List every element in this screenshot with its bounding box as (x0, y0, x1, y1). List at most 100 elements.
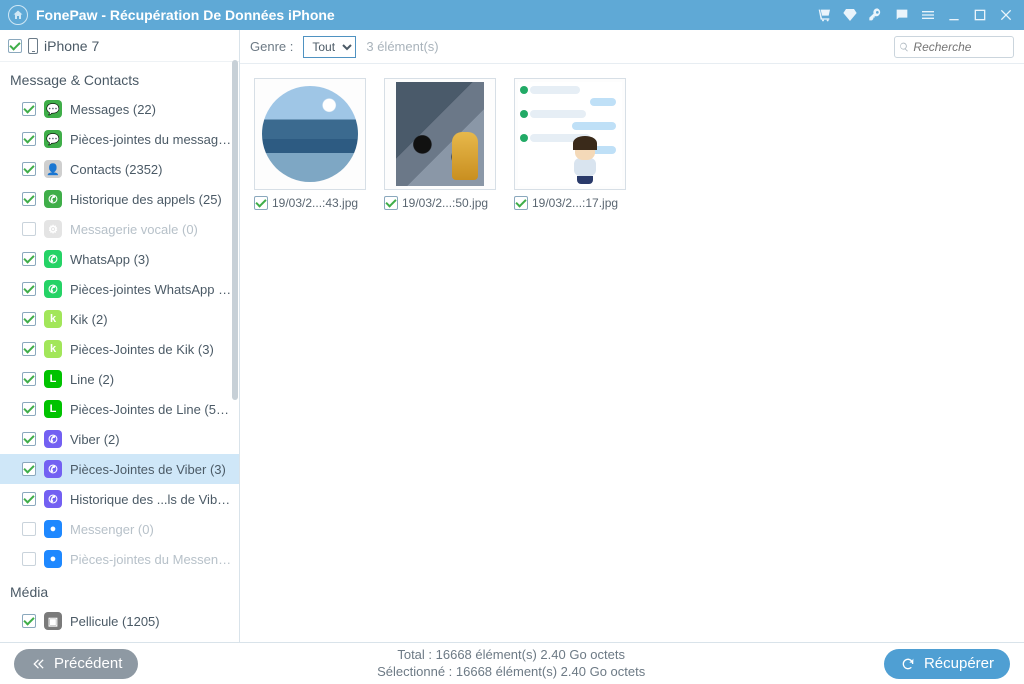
app-icon: k (44, 340, 62, 358)
footer: Précédent Total : 16668 élément(s) 2.40 … (0, 642, 1024, 684)
app-icon: ✆ (44, 250, 62, 268)
item-checkbox[interactable] (22, 552, 36, 566)
item-checkbox[interactable] (22, 252, 36, 266)
item-checkbox[interactable] (22, 282, 36, 296)
thumbnail-image (384, 78, 496, 190)
sidebar-item: ⚙Messagerie vocale (0) (0, 214, 239, 244)
footer-total: Total : 16668 élément(s) 2.40 Go octets (150, 647, 872, 663)
sidebar-item[interactable]: L Line (2) (0, 364, 239, 394)
section-title: Média (0, 574, 239, 606)
sidebar-item[interactable]: ✆Pièces-jointes WhatsApp (2) (0, 274, 239, 304)
item-label: Pièces-Jointes de Kik (3) (70, 342, 214, 357)
content-toolbar: Genre : Tout 3 élément(s) (240, 30, 1024, 64)
key-icon[interactable] (866, 5, 886, 25)
app-icon: 💬 (44, 130, 62, 148)
back-button[interactable]: Précédent (14, 649, 138, 679)
section-title: Message & Contacts (0, 62, 239, 94)
app-icon: ● (44, 550, 62, 568)
thumbnail[interactable]: 19/03/2...:43.jpg (254, 78, 366, 210)
sidebar-item[interactable]: LPièces-Jointes de Line (500) (0, 394, 239, 424)
sidebar-item[interactable]: ✆ Pièces-Jointes de Viber (3) (0, 454, 239, 484)
item-checkbox[interactable] (22, 222, 36, 236)
search-icon (899, 41, 909, 53)
app-icon: ✆ (44, 460, 62, 478)
menu-icon[interactable] (918, 5, 938, 25)
item-label: Pellicule (1205) (70, 614, 160, 629)
sidebar-item[interactable]: 👤Contacts (2352) (0, 154, 239, 184)
item-checkbox[interactable] (22, 432, 36, 446)
sidebar-scrollbar[interactable] (231, 30, 239, 642)
thumbnail-grid: 19/03/2...:43.jpg 19/03/2...:50.jpg 19/03/… (240, 64, 1024, 642)
sidebar: iPhone 7 Message & Contacts💬Messages (22… (0, 30, 240, 642)
cart-icon[interactable] (814, 5, 834, 25)
item-label: Messenger (0) (70, 522, 154, 537)
thumbnail-caption: 19/03/2...:50.jpg (402, 196, 488, 210)
item-label: Viber (2) (70, 432, 120, 447)
item-count: 3 élément(s) (366, 39, 438, 54)
minimize-icon[interactable] (944, 5, 964, 25)
item-checkbox[interactable] (22, 162, 36, 176)
item-label: WhatsApp (3) (70, 252, 149, 267)
recover-label: Récupérer (924, 655, 994, 672)
search-box[interactable] (894, 36, 1014, 58)
thumbnail[interactable]: 19/03/2...:50.jpg (384, 78, 496, 210)
item-label: Historique des ...ls de Viber (1) (70, 492, 233, 507)
feedback-icon[interactable] (892, 5, 912, 25)
item-checkbox[interactable] (22, 132, 36, 146)
sidebar-item[interactable]: k Pièces-Jointes de Kik (3) (0, 334, 239, 364)
item-checkbox[interactable] (22, 192, 36, 206)
sidebar-item[interactable]: ✆ WhatsApp (3) (0, 244, 239, 274)
device-row[interactable]: iPhone 7 (0, 30, 239, 62)
item-checkbox[interactable] (22, 402, 36, 416)
item-checkbox[interactable] (22, 312, 36, 326)
chevrons-left-icon (30, 656, 46, 672)
app-icon: L (44, 370, 62, 388)
item-checkbox[interactable] (22, 372, 36, 386)
item-checkbox[interactable] (22, 522, 36, 536)
search-input[interactable] (913, 40, 1009, 54)
sidebar-item[interactable]: ✆Viber (2) (0, 424, 239, 454)
app-icon: 👤 (44, 160, 62, 178)
item-label: Pièces-jointes du Messenger (0) (70, 552, 233, 567)
item-label: Messages (22) (70, 102, 156, 117)
thumbnail-checkbox[interactable] (514, 196, 528, 210)
item-label: Pièces-jointes du message (4) (70, 132, 233, 147)
genre-select[interactable]: Tout (303, 36, 356, 58)
maximize-icon[interactable] (970, 5, 990, 25)
item-checkbox[interactable] (22, 492, 36, 506)
content-area: Genre : Tout 3 élément(s) 19/03/2...:43.… (240, 30, 1024, 642)
footer-selected: Sélectionné : 16668 élément(s) 2.40 Go o… (150, 664, 872, 680)
thumbnail-caption: 19/03/2...:17.jpg (532, 196, 618, 210)
device-checkbox[interactable] (8, 39, 22, 53)
sidebar-item: ● Pièces-jointes du Messenger (0) (0, 544, 239, 574)
sidebar-item[interactable]: 💬Messages (22) (0, 94, 239, 124)
item-checkbox[interactable] (22, 614, 36, 628)
item-label: Pièces-Jointes de Line (500) (70, 402, 233, 417)
item-label: Line (2) (70, 372, 114, 387)
sidebar-item[interactable]: ▣ Pellicule (1205) (0, 606, 239, 636)
close-icon[interactable] (996, 5, 1016, 25)
item-checkbox[interactable] (22, 342, 36, 356)
sidebar-item[interactable]: 💬 Pièces-jointes du message (4) (0, 124, 239, 154)
app-icon: ▣ (44, 612, 62, 630)
thumbnail-image (514, 78, 626, 190)
item-label: Pièces-jointes WhatsApp (2) (70, 282, 233, 297)
sidebar-item[interactable]: kKik (2) (0, 304, 239, 334)
home-icon[interactable] (8, 5, 28, 25)
item-label: Pièces-Jointes de Viber (3) (70, 462, 226, 477)
thumbnail-caption: 19/03/2...:43.jpg (272, 196, 358, 210)
thumbnail-checkbox[interactable] (254, 196, 268, 210)
back-label: Précédent (54, 655, 122, 672)
app-icon: ✆ (44, 190, 62, 208)
item-checkbox[interactable] (22, 462, 36, 476)
thumbnail[interactable]: 19/03/2...:17.jpg (514, 78, 626, 210)
recover-button[interactable]: Récupérer (884, 649, 1010, 679)
refresh-icon (900, 656, 916, 672)
sidebar-item[interactable]: ✆Historique des ...ls de Viber (1) (0, 484, 239, 514)
thumbnail-checkbox[interactable] (384, 196, 398, 210)
thumbnail-image (254, 78, 366, 190)
item-checkbox[interactable] (22, 102, 36, 116)
diamond-icon[interactable] (840, 5, 860, 25)
genre-label: Genre : (250, 39, 293, 54)
sidebar-item[interactable]: ✆Historique des appels (25) (0, 184, 239, 214)
